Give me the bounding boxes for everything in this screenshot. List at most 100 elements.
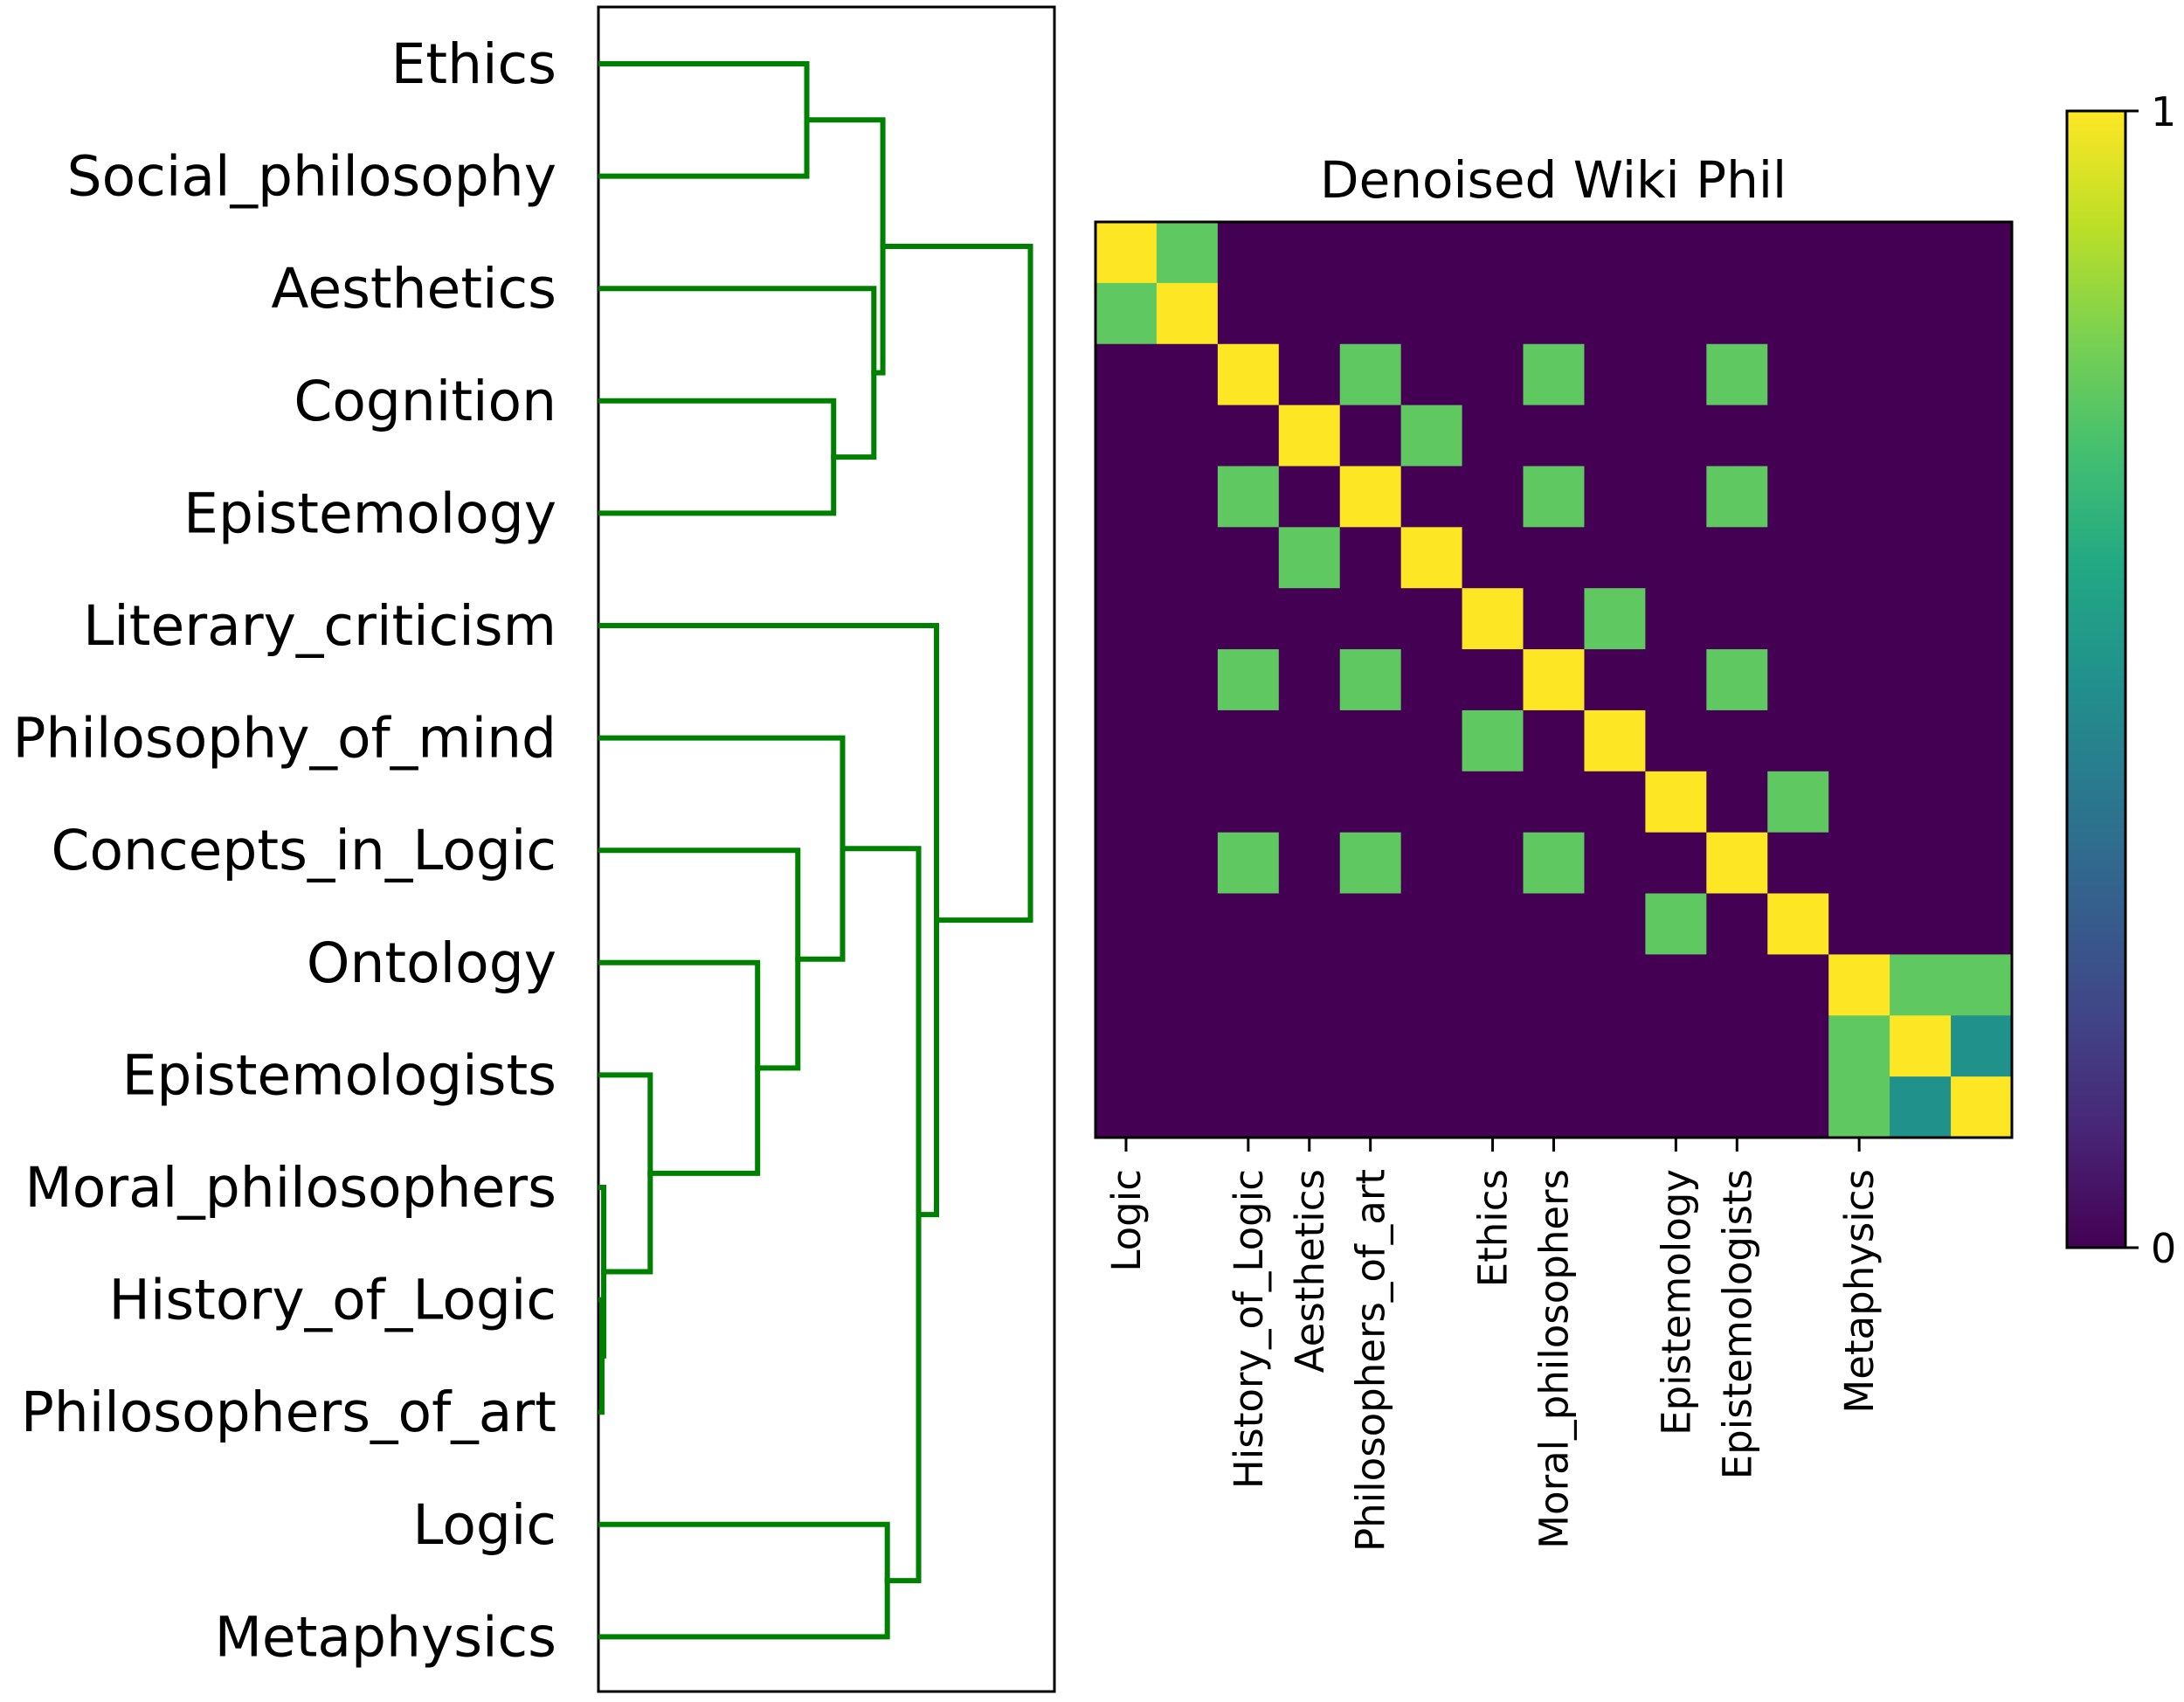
heatmap-cell-r1-c3 [1278,282,1341,345]
heatmap-cell-r13-c8 [1584,1015,1646,1077]
heatmap-panel: Denoised Wiki Phil Logic History_of_Logic… [1094,150,2014,1552]
heatmap-cell-r3-c7 [1523,405,1586,467]
leaf-label: Literary_criticism [83,594,556,658]
heatmap-cell-r3-c11 [1767,405,1829,467]
heatmap-cell-r3-c13 [1890,405,1952,467]
heatmap-cell-r1-c14 [1951,282,2013,345]
heatmap-cell-r2-c1 [1156,343,1219,406]
heatmap-cell-r6-c1 [1156,588,1219,650]
heatmap-cell-r12-c3 [1278,954,1341,1016]
heatmap-cell-r4-c11 [1767,466,1829,528]
heatmap-cell-r14-c8 [1584,1076,1646,1138]
heatmap-cell-r10-c7 [1523,832,1586,895]
heatmap-cell-r14-c12 [1828,1076,1890,1138]
heatmap-cell-r11-c7 [1523,893,1586,955]
heatmap-cell-r11-c6 [1462,893,1524,955]
heatmap-cell-r6-c6 [1462,588,1524,650]
heatmap-cell-r10-c8 [1584,832,1646,895]
heatmap-cell-r14-c10 [1706,1076,1768,1138]
heatmap-cell-r6-c8 [1584,588,1646,650]
heatmap-cell-r4-c10 [1706,466,1768,528]
heatmap-cell-r10-c4 [1339,832,1402,895]
heatmap-cell-r11-c0 [1095,893,1158,955]
heatmap-cell-r4-c3 [1278,466,1341,528]
heatmap-cell-r13-c9 [1645,1015,1707,1077]
heatmap-cell-r14-c9 [1645,1076,1707,1138]
heatmap-cell-r9-c11 [1767,771,1829,834]
heatmap-cell-r14-c6 [1462,1076,1524,1138]
heatmap-cell-r1-c7 [1523,282,1586,345]
heatmap-cell-r14-c5 [1400,1076,1463,1138]
heatmap-cell-r6-c2 [1217,588,1280,650]
heatmap-cell-r12-c0 [1095,954,1158,1016]
heatmap-cell-r8-c2 [1217,709,1280,772]
heatmap-cell-r0-c6 [1462,222,1524,284]
heatmap-cell-r13-c11 [1767,1015,1829,1077]
leaf-label: History_of_Logic [108,1269,556,1332]
heatmap-cell-r3-c2 [1217,405,1280,467]
heatmap-cell-r10-c12 [1828,832,1890,895]
heatmap-cell-r7-c12 [1828,649,1890,711]
heatmap-cell-r0-c13 [1890,222,1952,284]
heatmap-cell-r2-c14 [1951,343,2013,406]
heatmap-cell-r14-c7 [1523,1076,1586,1138]
heatmap-cell-r8-c8 [1584,709,1646,772]
heatmap-cell-r3-c1 [1156,405,1219,467]
heatmap-cell-r2-c5 [1400,343,1463,406]
x-tick-label: Ethics [1470,1169,1517,1287]
heatmap-cell-r4-c13 [1890,466,1952,528]
heatmap-cell-r2-c4 [1339,343,1402,406]
heatmap-cell-r2-c3 [1278,343,1341,406]
heatmap-cell-r7-c4 [1339,649,1402,711]
dendrogram-link-m-epistgists [598,1072,653,1275]
leaf-label: Cognition [294,370,556,433]
heatmap-cell-r12-c1 [1156,954,1219,1016]
heatmap-cell-r11-c4 [1339,893,1402,955]
leaf-label: Moral_philosophers [24,1156,556,1220]
heatmap-cell-r12-c11 [1767,954,1829,1016]
heatmap-cell-r12-c5 [1400,954,1463,1016]
heatmap-cell-r13-c3 [1278,1015,1341,1077]
heatmap-cell-r0-c11 [1767,222,1829,284]
dendrogram-link-m-concepts [598,848,801,1071]
heatmap-cell-r9-c5 [1400,771,1463,834]
heatmap-cell-r8-c11 [1767,709,1829,772]
figure: Ethics Social_philosophy Aesthetics Cogniti… [12,5,2176,1693]
heatmap-cell-r8-c7 [1523,709,1586,772]
heatmap-cell-r12-c4 [1339,954,1402,1016]
heatmap-cell-r2-c9 [1645,343,1707,406]
heatmap-cell-r11-c1 [1156,893,1219,955]
heatmap-cell-r5-c13 [1890,527,1952,589]
heatmap-cell-r6-c14 [1951,588,2013,650]
heatmap-cell-r6-c12 [1828,588,1890,650]
leaf-label: Epistemology [183,481,556,545]
heatmap-cell-r13-c7 [1523,1015,1586,1077]
heatmap-cell-r6-c13 [1890,588,1952,650]
heatmap-cell-r14-c4 [1339,1076,1402,1138]
colorbar-label-min: 0 [2151,1225,2176,1272]
heatmap-cell-r6-c3 [1278,588,1341,650]
colorbar-label-max: 1 [2151,88,2176,135]
heatmap-cell-r11-c13 [1890,893,1952,955]
heatmap-cell-r6-c5 [1400,588,1463,650]
heatmap-cell-r1-c0 [1095,282,1158,345]
heatmap-cell-r2-c13 [1890,343,1952,406]
heatmap-cell-r13-c0 [1095,1015,1158,1077]
heatmap-cell-r10-c5 [1400,832,1463,895]
heatmap-cell-r12-c14 [1951,954,2013,1016]
heatmap-cell-r2-c6 [1462,343,1524,406]
heatmap-cell-r9-c9 [1645,771,1707,834]
heatmap-cell-r8-c13 [1890,709,1952,772]
heatmap-cell-r1-c12 [1828,282,1890,345]
heatmap-cell-r3-c3 [1278,405,1341,467]
heatmap-cell-r14-c1 [1156,1076,1219,1138]
heatmap-cell-r1-c4 [1339,282,1402,345]
heatmap-cell-r1-c9 [1645,282,1707,345]
heatmap-cell-r3-c4 [1339,405,1402,467]
heatmap-cell-r7-c13 [1890,649,1952,711]
heatmap-cell-r9-c0 [1095,771,1158,834]
heatmap-cell-r14-c13 [1890,1076,1952,1138]
heatmap-cell-r13-c6 [1462,1015,1524,1077]
heatmap-cell-r12-c13 [1890,954,1952,1016]
leaf-label: Logic [412,1493,556,1557]
